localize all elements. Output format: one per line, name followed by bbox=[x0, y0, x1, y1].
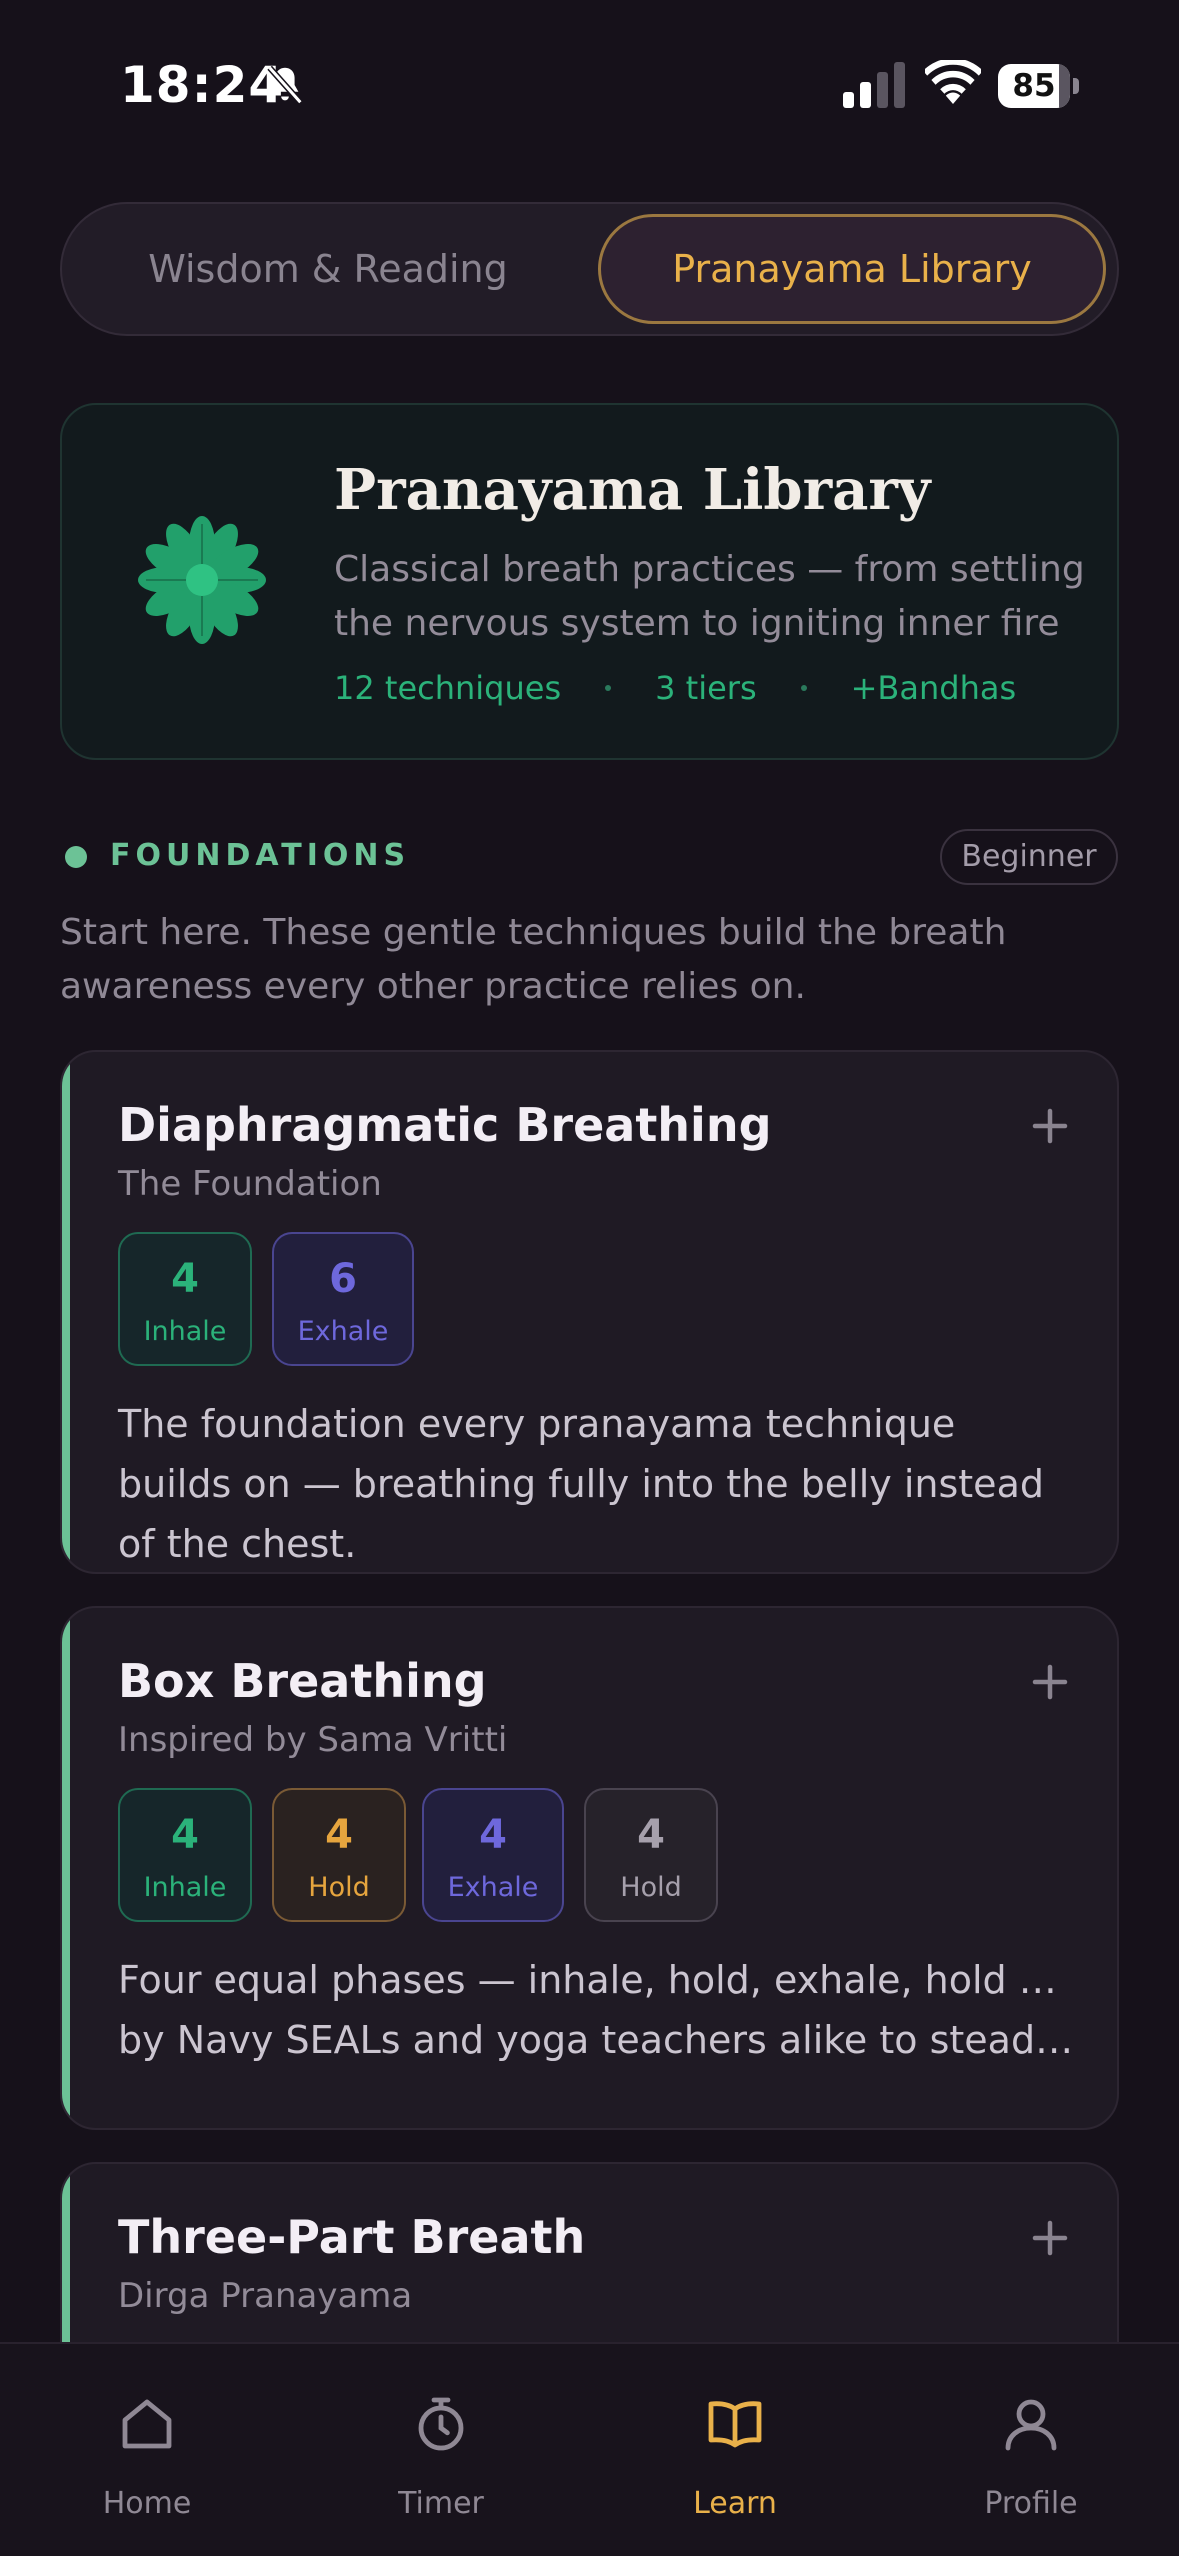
section-description: Start here. These gentle techniques buil… bbox=[60, 912, 1007, 1007]
status-bar: 18:24 85 bbox=[0, 0, 1179, 150]
section-title: FOUNDATIONS bbox=[110, 838, 411, 873]
stat-techniques: 12 techniques bbox=[334, 669, 562, 707]
tab-pranayama-library[interactable]: Pranayama Library bbox=[598, 214, 1106, 324]
phase-hold: 4 Hold bbox=[272, 1788, 406, 1922]
tab-timer[interactable]: Timer bbox=[294, 2344, 588, 2556]
stat-bandhas: +Bandhas bbox=[850, 669, 1017, 707]
phase-label: Inhale bbox=[143, 1316, 227, 1347]
technique-title: Three-Part Breath bbox=[118, 2210, 586, 2264]
signal-icon bbox=[843, 62, 905, 108]
library-hero-card: Pranayama Library Classical breath pract… bbox=[60, 403, 1119, 760]
stat-tiers: 3 tiers bbox=[655, 669, 757, 707]
phase-inhale: 4 Inhale bbox=[118, 1788, 252, 1922]
book-icon bbox=[708, 2401, 762, 2448]
battery-body: 85 bbox=[998, 64, 1070, 108]
tab-label: Profile bbox=[984, 2486, 1078, 2521]
technique-description: Four equal phases — inhale, hold, exhale… bbox=[118, 1950, 1078, 2070]
phase-exhale: 6 Exhale bbox=[272, 1232, 414, 1366]
lotus-icon bbox=[138, 516, 266, 644]
plus-icon[interactable] bbox=[1032, 2220, 1068, 2256]
plus-icon[interactable] bbox=[1032, 1108, 1068, 1144]
phase-seconds: 4 bbox=[479, 1812, 507, 1858]
bottom-tab-bar: Home Timer Learn Profile bbox=[0, 2342, 1179, 2556]
phase-label: Hold bbox=[620, 1872, 682, 1903]
tab-label: Timer bbox=[398, 2486, 484, 2521]
phase-seconds: 4 bbox=[325, 1812, 353, 1858]
timer-icon bbox=[418, 2397, 464, 2451]
battery-cap bbox=[1073, 78, 1079, 94]
technique-card-diaphragmatic[interactable]: Diaphragmatic Breathing The Foundation 4… bbox=[60, 1050, 1119, 1574]
hero-description: Classical breath practices — from settli… bbox=[334, 549, 1085, 644]
level-badge: Beginner bbox=[940, 829, 1118, 885]
technique-subtitle: Inspired by Sama Vritti bbox=[118, 1720, 508, 1760]
phase-exhale: 4 Exhale bbox=[422, 1788, 564, 1922]
phase-label: Exhale bbox=[447, 1872, 539, 1903]
technique-subtitle: Dirga Pranayama bbox=[118, 2276, 413, 2316]
stat-separator bbox=[800, 685, 807, 691]
phase-inhale: 4 Inhale bbox=[118, 1232, 252, 1366]
tab-learn[interactable]: Learn bbox=[588, 2344, 882, 2556]
technique-title: Diaphragmatic Breathing bbox=[118, 1098, 772, 1152]
tab-wisdom-reading[interactable]: Wisdom & Reading bbox=[72, 214, 584, 324]
status-time: 18:24 bbox=[120, 56, 285, 114]
plus-icon[interactable] bbox=[1032, 1664, 1068, 1700]
profile-icon bbox=[1005, 2399, 1057, 2451]
section-indicator-dot bbox=[65, 846, 87, 868]
phase-hold-empty: 4 Hold bbox=[584, 1788, 718, 1922]
phase-label: Hold bbox=[308, 1872, 370, 1903]
bell-slash-icon bbox=[267, 65, 303, 105]
phase-label: Exhale bbox=[297, 1316, 389, 1347]
phase-label: Inhale bbox=[143, 1872, 227, 1903]
battery-icon: 85 bbox=[998, 64, 1079, 108]
wifi-icon bbox=[925, 60, 981, 104]
battery-percent: 85 bbox=[1012, 68, 1056, 104]
library-segmented-control: Wisdom & Reading Pranayama Library bbox=[60, 202, 1119, 336]
app-screen: 18:24 85 Wisdom & Reading Pranayama Libr… bbox=[0, 0, 1179, 2556]
phase-seconds: 6 bbox=[329, 1256, 357, 1302]
phase-seconds: 4 bbox=[171, 1256, 199, 1302]
stat-separator bbox=[605, 685, 612, 691]
tab-label: Learn bbox=[693, 2486, 777, 2521]
hero-stats: 12 techniques 3 tiers +Bandhas bbox=[334, 667, 1016, 711]
hero-title: Pranayama Library bbox=[334, 457, 931, 523]
technique-card-box-breathing[interactable]: Box Breathing Inspired by Sama Vritti 4 … bbox=[60, 1606, 1119, 2130]
technique-subtitle: The Foundation bbox=[118, 1164, 382, 1204]
technique-title: Box Breathing bbox=[118, 1654, 487, 1708]
phase-seconds: 4 bbox=[637, 1812, 665, 1858]
technique-description: The foundation every pranayama technique… bbox=[118, 1402, 1044, 1566]
tab-profile[interactable]: Profile bbox=[884, 2344, 1178, 2556]
description-line: Four equal phases — inhale, hold, exhale… bbox=[118, 1958, 1078, 2002]
tab-home[interactable]: Home bbox=[0, 2344, 294, 2556]
phase-seconds: 4 bbox=[171, 1812, 199, 1858]
tab-label: Home bbox=[102, 2486, 192, 2521]
home-icon bbox=[122, 2399, 172, 2449]
description-line: by Navy SEALs and yoga teachers alike to… bbox=[118, 2018, 1078, 2062]
